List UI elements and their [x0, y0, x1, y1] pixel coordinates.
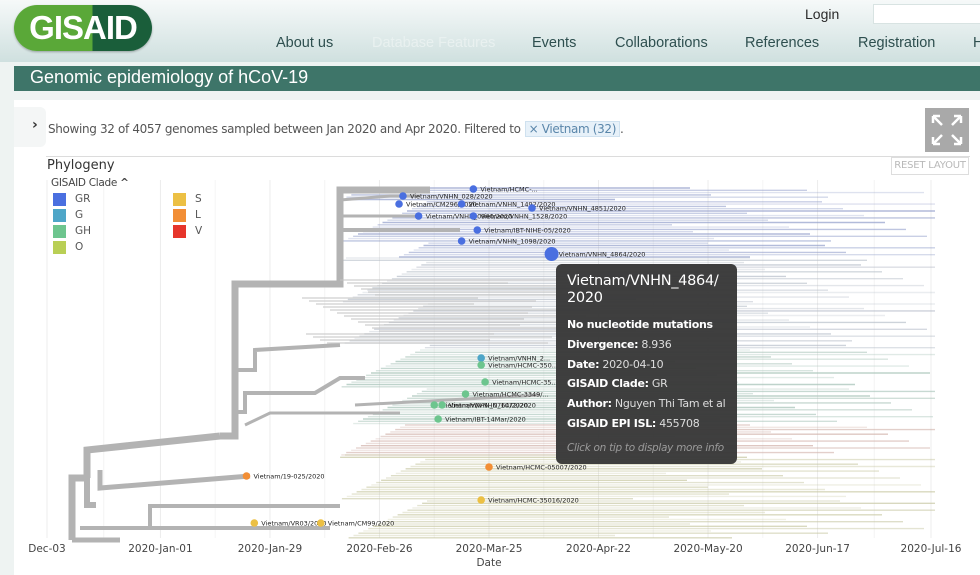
- tip-gh: [438, 401, 446, 409]
- tip-gr: [414, 212, 423, 220]
- backbone-branch: [235, 376, 365, 414]
- x-tick-label: 2020-Feb-26: [346, 543, 413, 555]
- x-tick-label: 2020-Mar-25: [455, 543, 523, 555]
- tip-s: [477, 496, 485, 504]
- tip-label: Vietnam/IBT-NIHE-05/2020: [484, 227, 571, 235]
- legend-label: V: [195, 225, 203, 237]
- tooltip-row-epi-isl: GISAID EPI ISL: 455708: [567, 416, 700, 430]
- tooltip-mutations: No nucleotide mutations: [567, 318, 713, 331]
- legend-swatch: [53, 225, 66, 238]
- tooltip-row-date: Date: 2020-04-10: [567, 357, 664, 371]
- x-tick-label: 2020-May-20: [673, 543, 743, 555]
- tooltip-row-divergence: Divergence: 8.936: [567, 337, 672, 351]
- tip-label: Vietnam/VR03/2020: [261, 520, 326, 528]
- legend-label: L: [195, 209, 201, 221]
- tooltip-row-author: Author: Nguyen Thi Tam et al: [567, 397, 726, 411]
- legend-title[interactable]: GISAID Clade ^: [51, 177, 129, 189]
- legend-label: S: [195, 193, 202, 205]
- tip-gh: [481, 378, 489, 386]
- legend-swatch: [53, 209, 66, 222]
- tip-label: Vietnam/HCMC-35...: [492, 379, 558, 387]
- legend-swatch: [173, 209, 186, 222]
- tip-label: Vietnam/HCMC-05007/2020: [496, 464, 587, 472]
- tip-gh: [430, 401, 439, 409]
- tip-gr: [473, 226, 482, 234]
- backbone-branch: [83, 432, 221, 478]
- x-tick-label: 2020-Jun-17: [785, 543, 850, 555]
- legend-swatch: [53, 241, 66, 254]
- legend-swatch: [53, 193, 66, 206]
- backbone-branch: [97, 470, 251, 491]
- tip-gr: [395, 200, 403, 208]
- x-tick-label: 2020-Jul-16: [900, 543, 962, 555]
- legend-swatch: [173, 225, 186, 238]
- tip-gh: [434, 415, 442, 423]
- tip-g: [477, 354, 485, 362]
- tooltip-strain-name: Vietnam/VNHN_4864/ 2020: [567, 273, 719, 306]
- x-tick-label: 2020-Jan-29: [237, 543, 303, 555]
- tip-label: Vietnam/VNHN_028/2020: [410, 193, 493, 201]
- tip-label: Vietnam/VNHN_1098/2020: [469, 238, 556, 246]
- tip-s: [317, 519, 325, 527]
- tip-label: Vietnam/HCMC-3349/...: [473, 391, 549, 399]
- tip-label: Vietnam/CM296/2020: [406, 201, 477, 209]
- tip-s: [250, 519, 259, 527]
- x-tick-label: 2020-Jan-01: [128, 543, 193, 555]
- phylogeny-tree[interactable]: Vietnam/HCMC-...Vietnam/VNHN_028/2020Vie…: [0, 0, 980, 575]
- tip-label: Vietnam/CM99/2020: [328, 520, 394, 528]
- tip-label: Vietnam/VNHN_4864/2020: [559, 251, 646, 259]
- tip-gr: [399, 192, 407, 200]
- tip-l: [242, 472, 251, 480]
- backbone-branch: [84, 478, 96, 508]
- tip-label: Vietnam/VNHN_1528/2020: [480, 213, 567, 221]
- tooltip-hint: Click on tip to display more info: [567, 441, 724, 454]
- tip-gh: [477, 361, 485, 369]
- tip-tooltip[interactable]: Vietnam/VNHN_4864/ 2020 No nucleotide mu…: [556, 264, 737, 464]
- tip-label: Vietnam/VNHN_4851/2020: [539, 205, 626, 213]
- tip-label: Vietnam/HCMC-350...: [488, 362, 558, 370]
- tip-gr: [528, 204, 536, 212]
- tip-gh: [461, 390, 470, 398]
- tip-gr: [457, 200, 466, 208]
- legend-label: GR: [75, 193, 91, 205]
- chevron-up-icon: ^: [120, 177, 129, 189]
- x-axis-label: Date: [476, 557, 502, 569]
- tip-gr: [457, 237, 466, 245]
- legend-label: O: [75, 241, 84, 253]
- tip-label: Vietnam/19-025/2020: [253, 473, 324, 481]
- tip-gr: [469, 212, 478, 220]
- legend-label: G: [75, 209, 84, 221]
- x-tick-label: Dec-03: [28, 543, 66, 555]
- tip-label: Vietnam/VNHN_1072/2020: [449, 402, 536, 410]
- tip-label: Vietnam/IBT-14Mar/2020: [445, 416, 526, 424]
- x-tick-label: 2020-Apr-22: [566, 543, 631, 555]
- tip-l: [485, 463, 493, 471]
- legend-label: GH: [75, 225, 92, 237]
- phylogeny-title: Phylogeny: [47, 158, 115, 173]
- tooltip-row-clade: GISAID Clade: GR: [567, 377, 668, 391]
- legend-swatch: [173, 193, 186, 206]
- tip-gr: [544, 247, 559, 261]
- tip-label: Vietnam/HCMC-35016/2020: [488, 497, 579, 505]
